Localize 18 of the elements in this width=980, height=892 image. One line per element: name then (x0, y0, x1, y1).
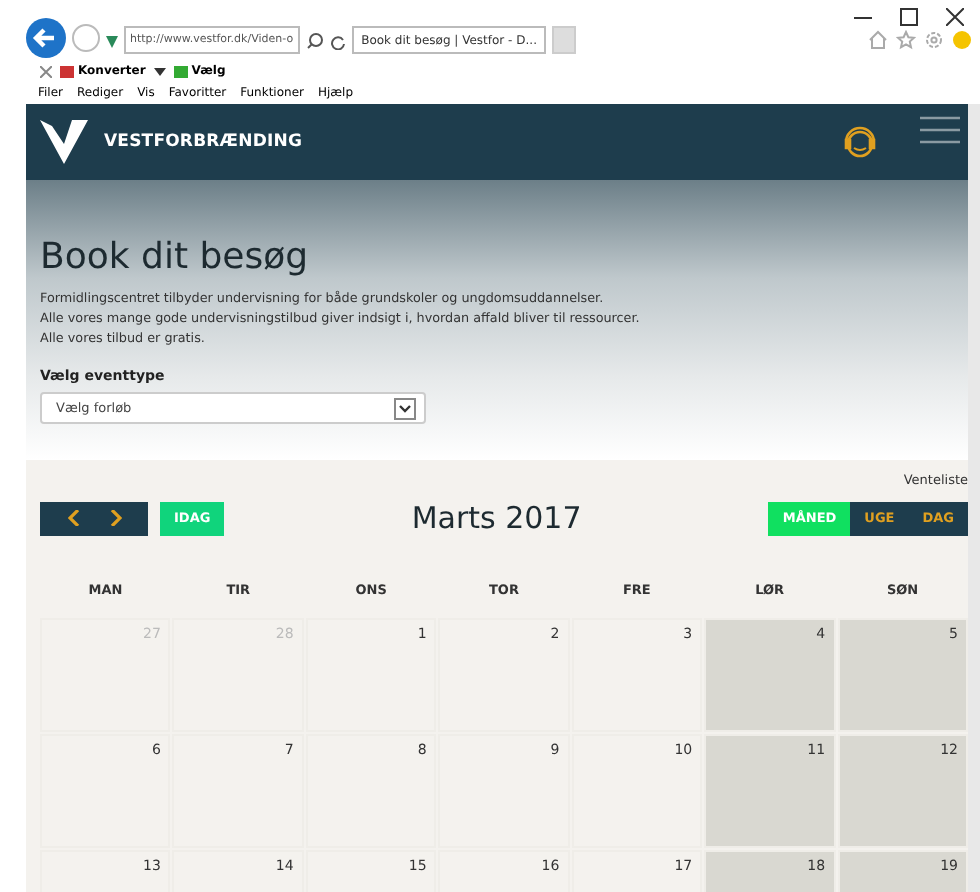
maximize-icon[interactable] (900, 8, 918, 26)
site-logo-icon (106, 36, 118, 48)
back-button[interactable] (26, 18, 66, 58)
scrollbar[interactable] (968, 104, 980, 892)
month-title: Marts 2017 (409, 500, 584, 536)
search-icon[interactable] (305, 32, 324, 50)
logo-icon (40, 120, 88, 164)
page-title: Book dit besøg (40, 236, 311, 278)
star-icon[interactable] (896, 30, 916, 50)
next-icon[interactable] (109, 510, 121, 526)
close-icon[interactable] (946, 8, 964, 26)
previous-icon[interactable] (67, 510, 79, 526)
brand-name: VESTFORBRÆNDING (104, 132, 303, 152)
refresh-icon[interactable] (329, 34, 346, 50)
headset-icon[interactable] (840, 122, 880, 162)
chevron-icon (394, 397, 416, 419)
menu-icon[interactable] (920, 116, 960, 144)
caret-icon[interactable] (153, 67, 166, 75)
